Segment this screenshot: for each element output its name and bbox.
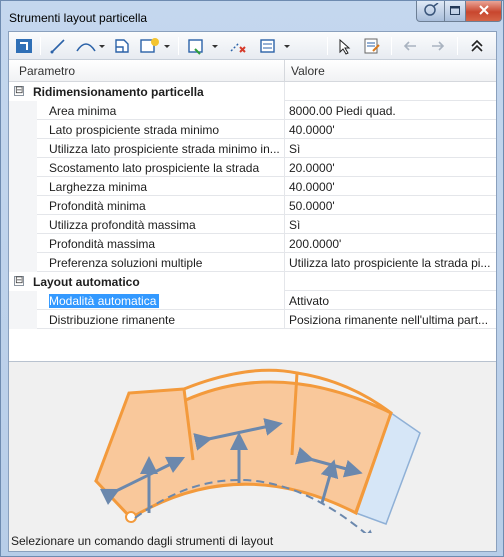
collapse-button[interactable] (465, 35, 489, 57)
status-bar: Selezionare un comando dagli strumenti d… (9, 532, 496, 551)
maximize-icon (450, 4, 460, 18)
property-value[interactable]: 50.0000' (289, 199, 493, 213)
property-name: Area minima (49, 104, 117, 118)
property-grid: Parametro Valore ⊟ Ridimensionamento par… (9, 60, 496, 362)
property-name: Profondità massima (49, 237, 156, 251)
lot-options-button[interactable] (185, 35, 221, 57)
collapse-auto-layout-icon[interactable]: ⊟ (14, 276, 24, 286)
status-text: Selezionare un comando dagli strumenti d… (11, 534, 274, 548)
property-row[interactable]: Scostamento lato prospiciente la strada 2… (9, 158, 496, 177)
collapse-icon (468, 37, 486, 55)
layout-toolbar (9, 32, 496, 60)
category-label: Ridimensionamento particella (33, 85, 204, 99)
window-title: Strumenti layout particella (9, 11, 148, 25)
property-name: Scostamento lato prospiciente la strada (49, 161, 260, 175)
new-lot-button[interactable] (137, 35, 173, 57)
property-row[interactable]: Profondità minima 50.0000' (9, 196, 496, 215)
layout-icon (15, 37, 33, 55)
category-auto-layout[interactable]: ⊟ Layout automatico (9, 272, 496, 291)
property-value[interactable]: Utilizza lato prospiciente la strada pi.… (289, 256, 493, 270)
property-row[interactable]: Utilizza profondità massima Sì (9, 215, 496, 234)
property-name: Modalità automatica (49, 294, 281, 308)
close-button[interactable] (465, 1, 502, 22)
property-name: Distribuzione rimanente (49, 313, 176, 327)
new-lot-icon (138, 37, 172, 55)
selected-property-name[interactable]: Modalità automatica (49, 294, 160, 308)
property-row[interactable]: Lato prospiciente strada minimo 40.0000' (9, 120, 496, 139)
property-value[interactable]: Attivato (289, 294, 493, 308)
property-value[interactable]: 8000.00 Piedi quad. (289, 104, 493, 118)
property-name: Utilizza lato prospiciente strada minimo… (49, 142, 280, 156)
property-row[interactable]: Larghezza minima 40.0000' (9, 177, 496, 196)
frontage-icon (113, 37, 131, 55)
property-name: Lato prospiciente strada minimo (49, 123, 220, 137)
edit-button[interactable] (361, 35, 383, 57)
undo-button[interactable] (399, 35, 421, 57)
header-value[interactable]: Valore (291, 64, 325, 78)
parcel-options-button[interactable] (257, 35, 293, 57)
grid-header: Parametro Valore (9, 60, 496, 82)
property-value[interactable]: 40.0000' (289, 123, 493, 137)
property-name: Profondità minima (49, 199, 146, 213)
property-row[interactable]: Profondità massima 200.0000' (9, 234, 496, 253)
close-icon (478, 4, 489, 18)
pick-icon (335, 37, 353, 55)
property-row[interactable]: Preferenza soluzioni multiple Utilizza la… (9, 253, 496, 272)
property-value[interactable]: 40.0000' (289, 180, 493, 194)
undo-icon (401, 37, 419, 55)
parcel-options-icon (258, 37, 292, 55)
arc-tool-button[interactable] (73, 35, 107, 57)
delete-sub-button[interactable] (227, 35, 249, 57)
property-row[interactable]: Utilizza lato prospiciente strada minimo… (9, 139, 496, 158)
property-row[interactable]: Area minima 8000.00 Piedi quad. (9, 101, 496, 120)
header-param[interactable]: Parametro (19, 64, 75, 78)
arc-icon (74, 37, 106, 55)
property-value[interactable]: 200.0000' (289, 237, 493, 251)
category-sizing[interactable]: ⊟ Ridimensionamento particella (9, 82, 496, 101)
lot-options-icon (186, 37, 220, 55)
property-value[interactable]: Sì (289, 218, 493, 232)
property-value[interactable]: Sì (289, 142, 493, 156)
property-row[interactable]: Distribuzione rimanente Posiziona rimanen… (9, 310, 496, 329)
property-value[interactable]: 20.0000' (289, 161, 493, 175)
category-label: Layout automatico (33, 275, 140, 289)
help-button[interactable] (416, 1, 445, 22)
maximize-button[interactable] (444, 1, 466, 22)
property-name: Larghezza minima (49, 180, 148, 194)
title-bar[interactable]: Strumenti layout particella (1, 1, 503, 31)
help-icon (423, 1, 439, 20)
tool-panel: Parametro Valore ⊟ Ridimensionamento par… (8, 31, 497, 552)
lot-layout-diagram (94, 368, 421, 542)
property-row-selected[interactable]: Modalità automatica Attivato (9, 291, 496, 310)
property-name: Utilizza profondità massima (49, 218, 196, 232)
collapse-sizing-icon[interactable]: ⊟ (14, 86, 24, 96)
layout-button[interactable] (13, 35, 35, 57)
parcel-layout-window: Strumenti layout particella Parametro Va… (0, 0, 504, 557)
redo-button[interactable] (427, 35, 449, 57)
layout-preview (9, 363, 496, 542)
line-tool-button[interactable] (47, 35, 69, 57)
pick-button[interactable] (333, 35, 355, 57)
redo-icon (429, 37, 447, 55)
property-value[interactable]: Posiziona rimanente nell'ultima part... (289, 313, 493, 327)
line-icon (49, 37, 67, 55)
delete-sub-icon (229, 37, 247, 55)
edit-icon (363, 37, 381, 55)
property-name: Preferenza soluzioni multiple (49, 256, 203, 270)
frontage-button[interactable] (111, 35, 133, 57)
